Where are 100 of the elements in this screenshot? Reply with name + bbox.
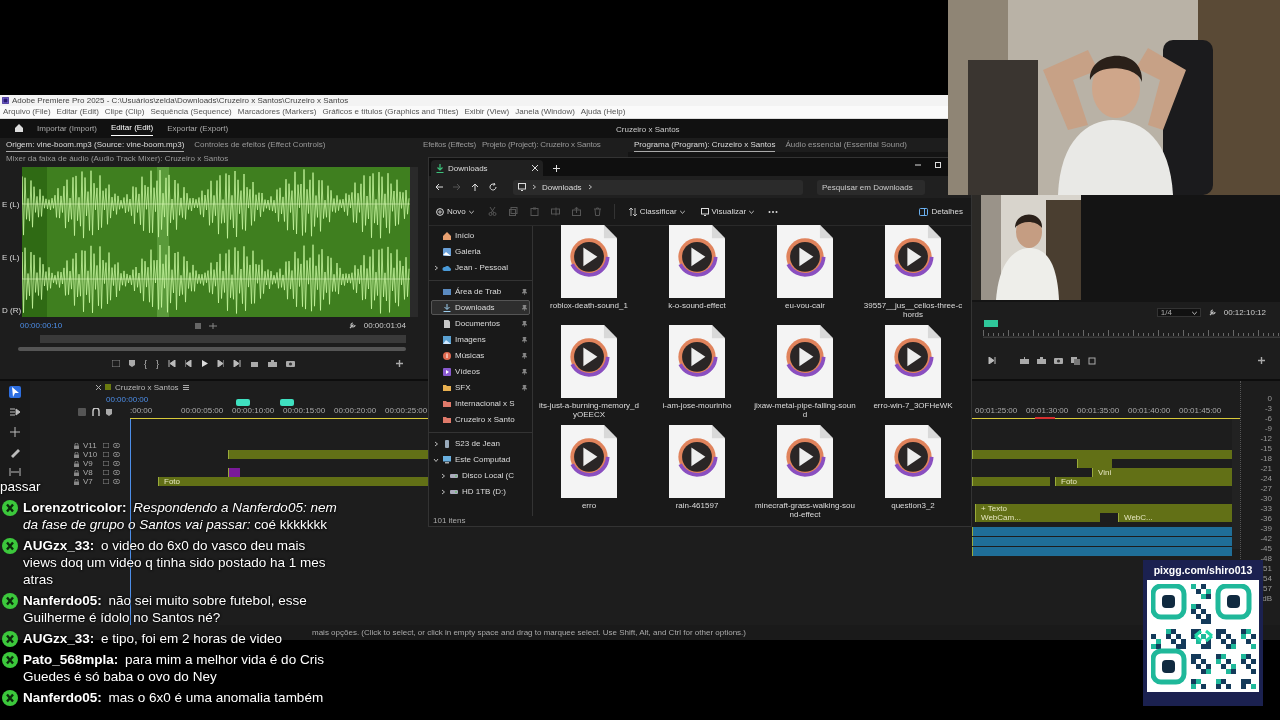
sidebar-item[interactable]: Início <box>431 228 530 243</box>
marker-icon[interactable] <box>129 360 135 368</box>
video-clip[interactable]: WebC... <box>1118 513 1232 523</box>
menu-item[interactable]: Editar (Edit) <box>56 107 99 117</box>
file-item[interactable]: rain-461597 <box>643 425 751 521</box>
workspace-tab[interactable]: Editar (Edit) <box>111 120 154 137</box>
sidebar-item[interactable]: Este Computad <box>431 452 530 467</box>
new-tab-icon[interactable] <box>553 165 560 172</box>
lock-icon[interactable] <box>74 442 79 449</box>
new-button[interactable]: Novo <box>434 205 476 218</box>
video-clip[interactable]: Foto <box>1055 477 1232 487</box>
menu-item[interactable]: Gráficos e títulos (Graphics and Titles) <box>322 107 459 117</box>
insert-clip-icon[interactable] <box>112 360 120 368</box>
address-bar[interactable]: Downloads <box>513 179 803 195</box>
menu-item[interactable]: Ajuda (Help) <box>580 107 626 117</box>
menu-item[interactable]: Sequência (Sequence) <box>150 107 232 117</box>
slip-icon[interactable] <box>9 466 21 479</box>
sidebar-item[interactable]: Cruzeiro x Santo <box>431 412 530 427</box>
go-to-out-icon[interactable] <box>233 360 242 368</box>
panel-tab[interactable]: Origem: vine-boom.mp3 (Source: vine-boom.mp3) <box>6 137 185 152</box>
sidebar-item[interactable]: Galeria <box>431 244 530 259</box>
panel-tab[interactable]: Projeto (Project): Cruzeiro x Santos <box>481 138 601 152</box>
panel-tab[interactable]: Efeitos (Effects) <box>423 138 476 152</box>
panel-tab[interactable]: Mixer da faixa de áudio (Audio Track Mixer): Cruzeiro x Santos <box>6 151 229 165</box>
video-clip[interactable] <box>228 468 240 478</box>
audio-clip[interactable] <box>972 547 1232 557</box>
lift-icon[interactable] <box>1020 357 1029 365</box>
file-item[interactable]: erro <box>535 425 643 521</box>
menu-item[interactable]: Marcadores (Markers) <box>237 107 317 117</box>
razor-icon[interactable] <box>9 446 21 459</box>
lock-icon[interactable] <box>74 469 79 476</box>
file-item[interactable]: k-o-sound-effect <box>643 225 751 321</box>
sequence-tab[interactable]: Cruzeiro x Santos <box>115 382 179 392</box>
plus-icon[interactable] <box>396 360 403 368</box>
chevron-icon[interactable] <box>433 264 439 271</box>
overwrite-icon[interactable] <box>268 360 278 368</box>
sidebar-item[interactable]: SFX <box>431 380 530 395</box>
search-field[interactable]: Pesquisar em Downloads <box>817 179 925 195</box>
file-item[interactable]: eu-vou-cair <box>751 225 859 321</box>
window-tab[interactable]: Downloads <box>431 160 543 176</box>
sidebar-item[interactable]: Área de Trab <box>431 284 530 299</box>
camera-icon[interactable] <box>1054 357 1063 365</box>
video-clip[interactable]: + Texto <box>975 504 1232 514</box>
sidebar-item[interactable]: Vídeos <box>431 364 530 379</box>
eye-icon[interactable] <box>113 443 120 449</box>
video-clip[interactable] <box>972 450 1232 460</box>
video-clip[interactable] <box>228 450 428 460</box>
chevron-icon[interactable] <box>433 456 439 463</box>
menu-item[interactable]: Janela (Window) <box>515 107 575 117</box>
sidebar-item[interactable]: Disco Local (C <box>431 468 530 483</box>
minimize-icon[interactable] <box>915 162 921 168</box>
camera-icon[interactable] <box>286 360 296 368</box>
up-icon[interactable] <box>471 183 479 191</box>
plus-icon[interactable] <box>1258 357 1265 365</box>
marker-icon[interactable] <box>106 408 112 416</box>
wrench-icon[interactable] <box>1208 309 1216 317</box>
eye-icon[interactable] <box>113 461 120 467</box>
chevron-icon[interactable] <box>440 488 446 495</box>
audio-clip[interactable] <box>972 527 1232 537</box>
menu-icon[interactable] <box>182 384 189 390</box>
go-to-in-icon[interactable] <box>168 360 177 368</box>
extract-icon[interactable] <box>1037 357 1046 365</box>
step-forward-icon[interactable] <box>217 360 225 368</box>
file-item[interactable]: roblox-death-sound_1 <box>535 225 643 321</box>
menu-item[interactable]: Arquivo (File) <box>3 107 51 117</box>
home-icon[interactable] <box>15 124 23 133</box>
sidebar-item[interactable]: Documentos <box>431 316 530 331</box>
selection-tool[interactable] <box>9 386 21 399</box>
play-icon[interactable] <box>201 360 209 368</box>
workspace-tab[interactable]: Exportar (Export) <box>167 120 229 136</box>
sort-button[interactable]: Classificar <box>626 205 687 218</box>
sidebar-item[interactable]: Músicas <box>431 348 530 363</box>
video-clip[interactable]: Vini <box>1092 468 1232 478</box>
menu-item[interactable]: Exibir (View) <box>464 107 510 117</box>
back-icon[interactable] <box>435 183 443 191</box>
ripple-edit-icon[interactable] <box>9 426 21 439</box>
lock-icon[interactable] <box>74 451 79 458</box>
details-button[interactable]: Detalhes <box>917 205 965 218</box>
file-item[interactable]: erro-win-7_3OFHeWK <box>859 325 967 421</box>
file-item[interactable]: i-am-jose-mourinho <box>643 325 751 421</box>
workspace-tab[interactable]: Importar (Import) <box>37 120 97 136</box>
file-item[interactable]: jixaw-metal-pipe-falling-sound <box>751 325 859 421</box>
chevron-icon[interactable] <box>433 440 439 447</box>
track-select-icon[interactable] <box>9 406 21 419</box>
eye-icon[interactable] <box>113 470 120 476</box>
lock-icon[interactable] <box>74 460 79 467</box>
fit-icon[interactable] <box>208 322 217 329</box>
zoom-dropdown[interactable]: 1/4 <box>1156 308 1201 318</box>
stop-icon[interactable] <box>194 322 201 329</box>
panel-tab[interactable]: Áudio essencial (Essential Sound) <box>785 138 907 152</box>
mark-out-button[interactable]: } <box>156 358 160 369</box>
sidebar-item[interactable]: Internacional x S <box>431 396 530 411</box>
chevron-icon[interactable] <box>440 472 446 479</box>
file-item[interactable]: its-just-a-burning-memory_dyOEECX <box>535 325 643 421</box>
more-icon[interactable] <box>768 209 779 214</box>
eye-icon[interactable] <box>113 479 120 485</box>
video-clip[interactable] <box>972 477 1050 487</box>
panel-tab[interactable]: Programa (Program): Cruzeiro x Santos <box>634 137 776 152</box>
file-item[interactable]: 39557__jus__cellos-three-chords <box>859 225 967 321</box>
sidebar-item[interactable]: HD 1TB (D:) <box>431 484 530 499</box>
